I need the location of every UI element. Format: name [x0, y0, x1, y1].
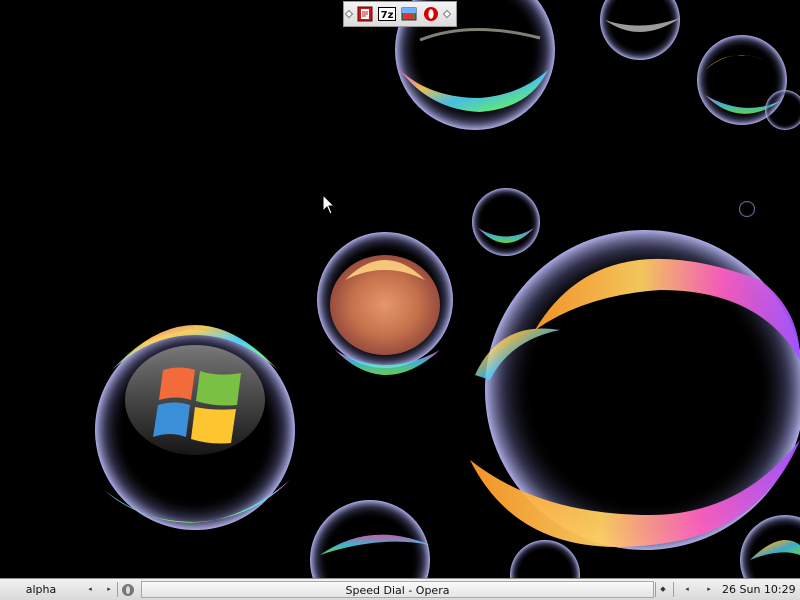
- image-viewer-button[interactable]: [398, 3, 420, 25]
- pdf-reader-icon: [357, 6, 373, 22]
- opera-icon: [424, 7, 438, 21]
- toolbar-grip-left[interactable]: [344, 2, 354, 26]
- task-opera-icon[interactable]: [120, 579, 136, 600]
- opera-button[interactable]: [420, 3, 442, 25]
- previous-desktop-arrow-icon[interactable]: ◂: [84, 579, 96, 600]
- svg-text:7z: 7z: [381, 10, 394, 21]
- 7zip-icon: 7z: [378, 7, 396, 21]
- 7zip-button[interactable]: 7z: [376, 3, 398, 25]
- tray-right-arrow-icon[interactable]: ▸: [703, 579, 715, 600]
- task-button-speed-dial-opera[interactable]: Speed Dial - Opera: [141, 581, 654, 598]
- desktop-name-label[interactable]: alpha: [6, 579, 76, 600]
- quick-launch-toolbar: 7z: [343, 1, 457, 27]
- bubble-wallpaper: [95, 0, 800, 578]
- clock[interactable]: 26 Sun 10:29: [722, 579, 796, 600]
- taskbar: alpha ◂ ▸ Speed Dial - Opera ◆ ◂ ▸ 26 Su…: [0, 578, 800, 600]
- next-desktop-arrow-icon[interactable]: ▸: [103, 579, 115, 600]
- desktop[interactable]: 7z: [0, 0, 800, 578]
- image-viewer-icon: [401, 7, 417, 21]
- pdf-reader-button[interactable]: [354, 3, 376, 25]
- tray-left-arrow-icon[interactable]: ◂: [681, 579, 693, 600]
- toolbar-grip-right[interactable]: [442, 2, 452, 26]
- tray-diamond-icon[interactable]: ◆: [657, 579, 669, 600]
- mouse-cursor-icon: [323, 195, 335, 215]
